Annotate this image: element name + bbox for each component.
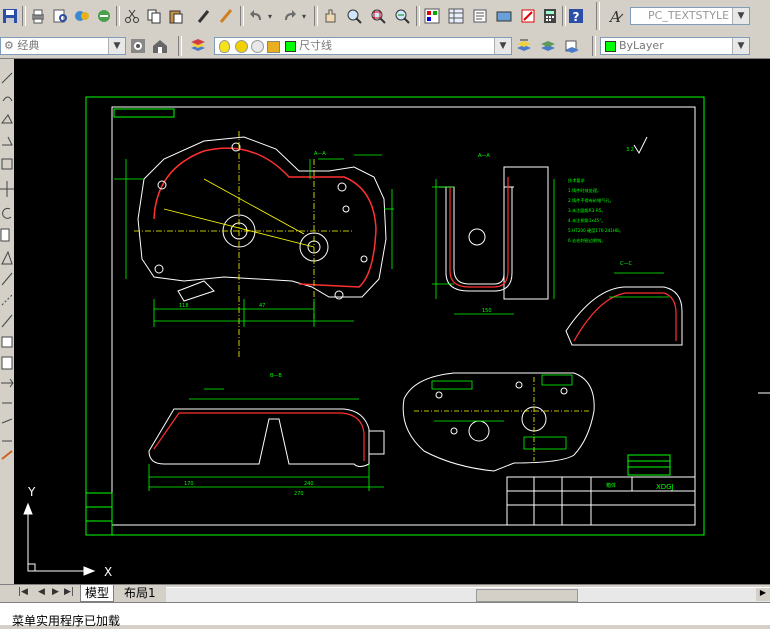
command-text: 菜单实用程序已加载 — [12, 614, 121, 628]
ucs-y-label: Y — [27, 485, 36, 499]
text-style-icon[interactable]: A — [606, 6, 626, 26]
part-name: 箱体 — [606, 482, 616, 489]
print-icon[interactable] — [28, 6, 48, 26]
make-object-layer-current-icon[interactable] — [514, 36, 534, 56]
workspace-combo[interactable]: ⚙ 经典 ▼ — [0, 37, 126, 55]
section-bb-title: B—B — [270, 373, 282, 379]
copy-icon[interactable] — [144, 6, 164, 26]
etransmit-icon[interactable] — [94, 6, 114, 26]
layers-toolbar: ⚙ 经典 ▼ 尺寸线 ▼ ByLayer ▼ — [0, 34, 770, 59]
zoom-realtime-icon[interactable] — [344, 6, 364, 26]
tab-nav-last-icon[interactable]: ▶| — [64, 587, 74, 597]
note-line: 4.未注倒角1x45°。 — [568, 217, 606, 224]
dim-240: 240 — [304, 481, 314, 487]
draw-toolbar-icons[interactable] — [0, 59, 14, 584]
calculator-icon[interactable] — [540, 6, 560, 26]
dim-170: 170 — [184, 481, 194, 487]
layer-previous-icon[interactable] — [538, 36, 558, 56]
layer-states-icon[interactable] — [562, 36, 582, 56]
drawing-canvas[interactable]: 118 47 A—A A—A 150 3.2 技术要求 1.铸件时效处理。 2. — [14, 59, 770, 584]
notes-title: 技术要求 — [568, 177, 586, 184]
publish-icon[interactable] — [72, 6, 92, 26]
gear-small-icon: ⚙ — [4, 39, 18, 52]
layout-tab-bar: |◀ ◀ ▶ ▶| 模型 布局1 ▶ — [0, 584, 770, 603]
note-line: 1.铸件时效处理。 — [568, 187, 601, 194]
command-line[interactable]: 菜单实用程序已加载 — [0, 602, 770, 628]
tab-model[interactable]: 模型 — [80, 585, 115, 602]
zoom-window-icon[interactable] — [368, 6, 388, 26]
dim-118: 118 — [179, 303, 189, 309]
technical-notes: 技术要求 1.铸件时效处理。 2.铸件不得有砂眼气孔。 3.未注圆角R3-R5。… — [568, 177, 623, 244]
section-a-label: A—A — [314, 151, 326, 157]
redo-icon[interactable] — [280, 6, 300, 26]
sheet-set-icon[interactable] — [494, 6, 514, 26]
properties-icon[interactable] — [422, 6, 442, 26]
draw-toolbar — [0, 59, 14, 584]
undo-dropdown-icon[interactable]: ▾ — [266, 10, 274, 22]
note-line: 2.铸件不得有砂眼气孔。 — [568, 197, 614, 204]
text-style-value: PC_TEXTSTYLE — [648, 9, 730, 22]
ucs-x-label: X — [104, 565, 112, 579]
save-icon[interactable] — [0, 6, 20, 26]
svg-text:?: ? — [573, 10, 580, 24]
match-properties-icon[interactable] — [194, 6, 214, 26]
tab-layout1[interactable]: 布局1 — [120, 585, 160, 601]
dim-270: 270 — [294, 491, 304, 497]
note-line: 5.HT200 硬度170-241HB。 — [568, 227, 623, 234]
note-line: 6.去毛刺锐边倒钝。 — [568, 237, 606, 244]
chevron-down-icon: ▼ — [108, 38, 125, 54]
chevron-down-icon: ▼ — [732, 38, 749, 54]
chevron-down-icon: ▼ — [494, 38, 511, 54]
lock-icon — [267, 41, 280, 53]
scroll-thumb[interactable] — [476, 589, 578, 602]
drawing-code: XDGJ — [656, 483, 674, 491]
color-swatch — [605, 41, 616, 52]
workspace-value: 经典 — [17, 39, 40, 52]
zoom-previous-icon[interactable] — [392, 6, 412, 26]
horizontal-scrollbar[interactable]: ▶ — [166, 587, 770, 602]
chevron-down-icon: ▼ — [732, 8, 749, 24]
layer-properties-icon[interactable] — [188, 36, 208, 56]
sun-icon — [235, 40, 248, 53]
section-cc-title: C—C — [620, 261, 632, 267]
cad-drawing: 118 47 A—A A—A 150 3.2 技术要求 1.铸件时效处理。 2. — [23, 96, 770, 579]
text-style-combo[interactable]: PC_TEXTSTYLE ▼ — [630, 7, 750, 25]
paste-icon[interactable] — [166, 6, 186, 26]
layer-combo[interactable]: 尺寸线 ▼ — [214, 37, 512, 55]
tab-nav-first-icon[interactable]: |◀ — [18, 587, 28, 597]
ucs-icon — [23, 502, 96, 576]
section-aa-title: A—A — [478, 153, 490, 159]
standard-toolbar: ▾ ▾ ? A PC_TEXTSTYLE ▼ — [0, 0, 770, 35]
dim-150: 150 — [482, 308, 492, 314]
help-icon[interactable]: ? — [566, 6, 586, 26]
redo-dropdown-icon[interactable]: ▾ — [300, 10, 308, 22]
tab-nav-next-icon[interactable]: ▶ — [52, 587, 59, 597]
layer-name: 尺寸线 — [299, 39, 332, 52]
design-center-icon[interactable] — [446, 6, 466, 26]
lightbulb-icon — [219, 40, 230, 53]
tool-palettes-icon[interactable] — [470, 6, 490, 26]
dim-47: 47 — [259, 303, 265, 309]
color-value: ByLayer — [619, 39, 664, 52]
pan-icon[interactable] — [320, 6, 340, 26]
scroll-right-icon[interactable]: ▶ — [756, 588, 770, 601]
print-preview-icon[interactable] — [50, 6, 70, 26]
roughness-value: 3.2 — [626, 147, 634, 153]
layer-color-swatch — [285, 41, 296, 52]
workspace-save-icon[interactable] — [150, 36, 170, 56]
block-editor-icon[interactable] — [216, 6, 236, 26]
undo-icon[interactable] — [246, 6, 266, 26]
svg-text:A: A — [608, 8, 621, 24]
workspace-settings-icon[interactable] — [128, 36, 148, 56]
cut-icon[interactable] — [122, 6, 142, 26]
color-combo[interactable]: ByLayer ▼ — [600, 37, 750, 55]
tab-nav-prev-icon[interactable]: ◀ — [38, 587, 45, 597]
note-line: 3.未注圆角R3-R5。 — [568, 207, 606, 214]
freeze-icon — [251, 40, 264, 53]
markup-icon[interactable] — [518, 6, 538, 26]
